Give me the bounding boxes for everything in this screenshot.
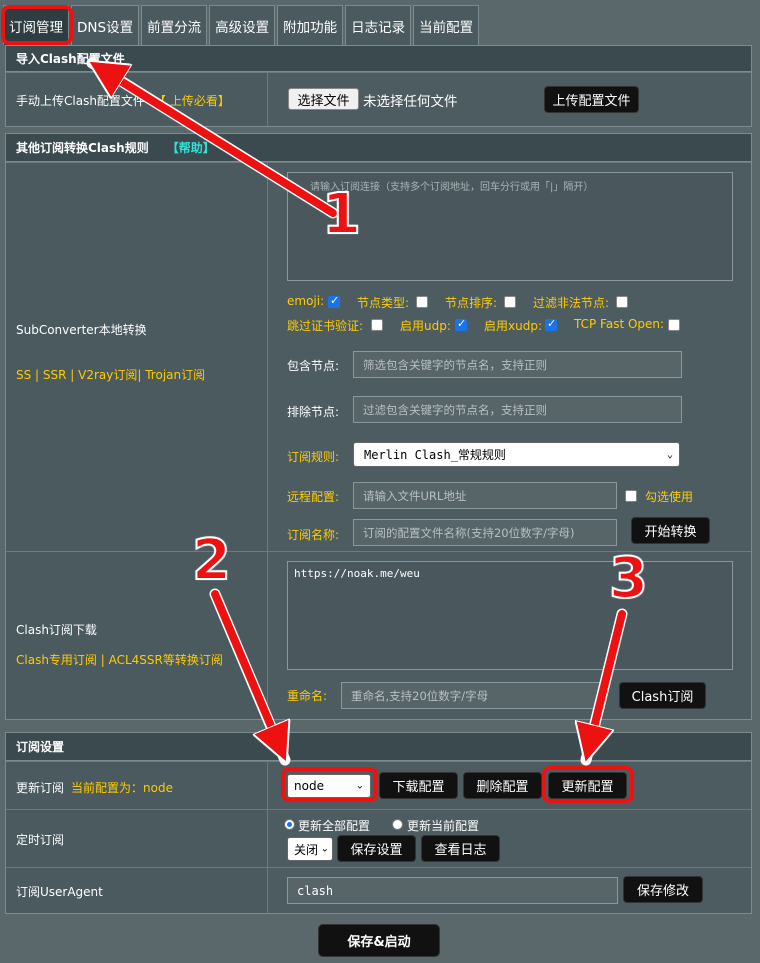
- highlight-config-select: [281, 767, 378, 802]
- timer-select[interactable]: 关闭 ⌄: [287, 837, 333, 861]
- rule-select-value: Merlin Clash_常规规则: [364, 448, 506, 462]
- filter-illegal-checkbox[interactable]: [616, 296, 628, 308]
- udp-checkbox[interactable]: [455, 317, 467, 331]
- tab-pre-routing[interactable]: 前置分流: [141, 5, 208, 45]
- convert-panel: 其他订阅转换Clash规则 【帮助】 SubConverter本地转换 SS |…: [5, 133, 752, 720]
- clash-subscribe-button[interactable]: Clash订阅: [619, 682, 706, 709]
- tab-current-config[interactable]: 当前配置: [413, 5, 480, 45]
- sub-name-label: 订阅名称:: [287, 528, 340, 542]
- no-file-text: 未选择任何文件: [363, 94, 458, 110]
- chevron-down-icon: ⌄: [320, 843, 329, 855]
- save-setting-button[interactable]: 保存设置: [337, 835, 416, 862]
- clash-download-title: Clash订阅下载: [16, 623, 97, 637]
- update-sub-label: 更新订阅: [16, 781, 65, 795]
- tab-logs[interactable]: 日志记录: [345, 5, 412, 45]
- remote-use-checkbox[interactable]: [625, 490, 637, 502]
- choose-file-button[interactable]: 选择文件: [288, 88, 359, 110]
- clash-url-textarea[interactable]: https://noak.me/weu: [287, 561, 733, 670]
- remote-label: 远程配置:: [287, 490, 340, 504]
- emoji-label: emoji:: [287, 294, 325, 308]
- sub-settings-header: 订阅设置: [6, 733, 751, 761]
- emoji-checkbox[interactable]: [328, 294, 340, 308]
- node-type-label: 节点类型:: [357, 296, 410, 310]
- remote-config-input[interactable]: 请输入文件URL地址: [353, 482, 617, 509]
- radio-update-current-label: 更新当前配置: [407, 819, 480, 833]
- rename-input[interactable]: 重命名,支持20位数字/字母: [341, 682, 605, 709]
- tab-bar: 订阅管理 DNS设置 前置分流 高级设置 附加功能 日志记录 当前配置: [3, 5, 480, 45]
- xudp-label: 启用xudp:: [484, 319, 542, 333]
- save-change-button[interactable]: 保存修改: [623, 876, 703, 903]
- annotation-number-2: 2: [191, 527, 232, 594]
- radio-update-all-label: 更新全部配置: [298, 819, 371, 833]
- node-sort-checkbox[interactable]: [504, 296, 516, 308]
- rule-label: 订阅规则:: [287, 450, 340, 464]
- skip-cert-checkbox[interactable]: [371, 319, 383, 331]
- clash-download-sub: Clash专用订阅 | ACL4SSR等转换订阅: [16, 653, 223, 667]
- include-nodes-input[interactable]: 筛选包含关键字的节点名，支持正则: [353, 351, 682, 378]
- tfo-checkbox[interactable]: [668, 319, 680, 331]
- download-config-button[interactable]: 下载配置: [379, 772, 458, 799]
- rename-label: 重命名:: [287, 689, 328, 703]
- view-log-button[interactable]: 查看日志: [421, 835, 500, 862]
- skip-cert-label: 跳过证书验证:: [287, 319, 364, 333]
- upload-help-link[interactable]: 【 上传必看】: [154, 92, 230, 109]
- exclude-label: 排除节点:: [287, 405, 340, 419]
- filter-illegal-label: 过滤非法节点:: [533, 296, 610, 310]
- timer-sub-label: 定时订阅: [16, 833, 65, 847]
- tab-dns[interactable]: DNS设置: [71, 5, 140, 45]
- import-header: 导入Clash配置文件: [6, 46, 751, 72]
- sub-name-input[interactable]: 订阅的配置文件名称(支持20位数字/字母): [353, 519, 617, 546]
- delete-config-button[interactable]: 删除配置: [463, 772, 542, 799]
- annotation-number-3: 3: [608, 545, 649, 612]
- rule-select[interactable]: Merlin Clash_常规规则 ⌄: [353, 442, 680, 467]
- node-type-checkbox[interactable]: [416, 296, 428, 308]
- current-config-label: 当前配置为：node: [71, 781, 173, 795]
- start-convert-button[interactable]: 开始转换: [631, 517, 710, 544]
- node-sort-label: 节点排序:: [445, 296, 498, 310]
- radio-update-all[interactable]: [284, 819, 295, 830]
- highlight-update-button: [542, 766, 634, 803]
- annotation-number-1: 1: [321, 181, 362, 248]
- convert-help-link[interactable]: 【帮助】: [167, 139, 215, 156]
- highlight-tab-subscription: [1, 5, 73, 45]
- save-start-button[interactable]: 保存&启动: [318, 924, 440, 957]
- xudp-checkbox[interactable]: [545, 317, 557, 331]
- tab-addons[interactable]: 附加功能: [277, 5, 344, 45]
- convert-header: 其他订阅转换Clash规则: [16, 141, 149, 155]
- remote-use-label: 勾选使用: [645, 490, 694, 504]
- tab-advanced[interactable]: 高级设置: [209, 5, 276, 45]
- useragent-label: 订阅UserAgent: [16, 885, 103, 899]
- import-panel: 导入Clash配置文件 手动上传Clash配置文件 【 上传必看】 选择文件 未…: [5, 45, 752, 127]
- udp-label: 启用udp:: [400, 319, 451, 333]
- chevron-down-icon: ⌄: [666, 449, 673, 460]
- subconverter-types: SS | SSR | V2ray订阅| Trojan订阅: [16, 368, 206, 382]
- sub-settings-panel: 订阅设置 更新订阅 当前配置为：node node ⌄ 下载配置 删除配置 更新…: [5, 732, 752, 914]
- radio-update-current[interactable]: [392, 819, 403, 830]
- exclude-nodes-input[interactable]: 过滤包含关键字的节点名，支持正则: [353, 396, 682, 423]
- upload-config-button[interactable]: 上传配置文件: [544, 86, 639, 113]
- useragent-input[interactable]: clash: [287, 877, 618, 904]
- subconverter-title: SubConverter本地转换: [16, 323, 147, 337]
- include-label: 包含节点:: [287, 359, 340, 373]
- tfo-label: TCP Fast Open:: [574, 317, 665, 331]
- upload-label: 手动上传Clash配置文件: [16, 94, 145, 108]
- timer-select-value: 关闭: [294, 842, 319, 857]
